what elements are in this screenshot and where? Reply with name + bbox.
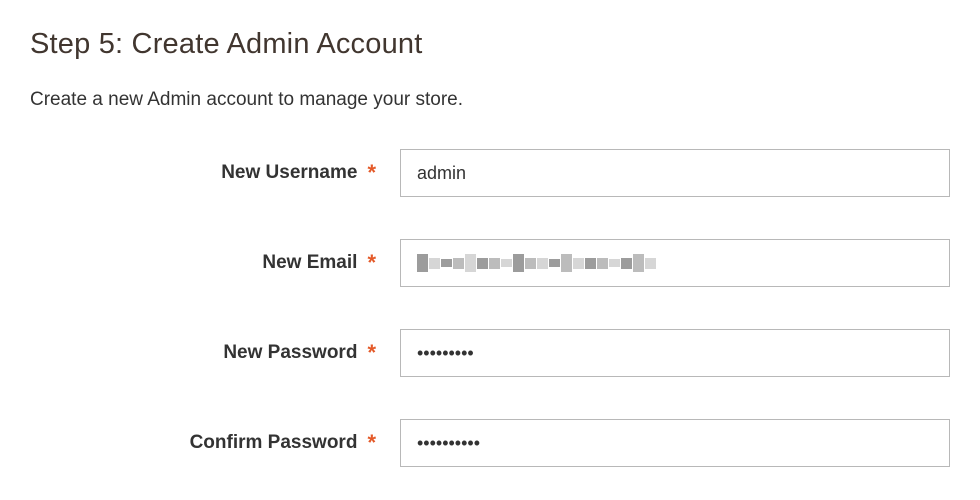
email-label-wrapper: New Email *: [30, 252, 400, 274]
password-label-wrapper: New Password *: [30, 342, 400, 364]
required-asterisk-icon: *: [367, 162, 376, 184]
confirm-password-label: Confirm Password: [190, 432, 358, 454]
page-description: Create a new Admin account to manage you…: [30, 89, 950, 111]
obscured-email-value: [417, 254, 656, 272]
confirm-password-row: Confirm Password *: [30, 419, 950, 467]
username-input[interactable]: [400, 149, 950, 197]
confirm-password-input[interactable]: [400, 419, 950, 467]
username-row: New Username *: [30, 149, 950, 197]
password-label: New Password: [223, 342, 357, 364]
confirm-password-label-wrapper: Confirm Password *: [30, 432, 400, 454]
email-input[interactable]: [400, 239, 950, 287]
password-row: New Password *: [30, 329, 950, 377]
email-row: New Email *: [30, 239, 950, 287]
email-label: New Email: [262, 252, 357, 274]
required-asterisk-icon: *: [367, 432, 376, 454]
username-label-wrapper: New Username *: [30, 162, 400, 184]
required-asterisk-icon: *: [367, 342, 376, 364]
username-label: New Username: [221, 162, 357, 184]
page-title: Step 5: Create Admin Account: [30, 28, 950, 61]
admin-account-form: New Username * New Email *: [30, 149, 950, 467]
required-asterisk-icon: *: [367, 252, 376, 274]
password-input[interactable]: [400, 329, 950, 377]
